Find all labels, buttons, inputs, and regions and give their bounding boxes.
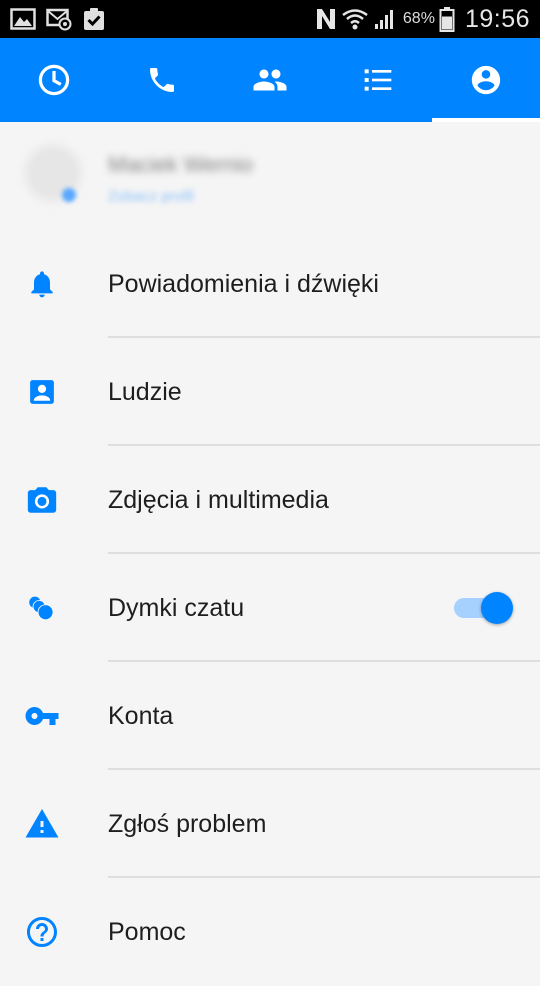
help-icon bbox=[22, 912, 62, 952]
nfc-icon bbox=[315, 7, 337, 31]
key-icon bbox=[22, 696, 62, 736]
menu-item-label: Pomoc bbox=[108, 918, 186, 946]
menu-item-label: Powiadomienia i dźwięki bbox=[108, 270, 379, 298]
tab-profile[interactable] bbox=[432, 38, 540, 122]
bell-icon bbox=[22, 264, 62, 304]
menu-item-label: Zdjęcia i multimedia bbox=[108, 486, 329, 514]
tab-recent[interactable] bbox=[0, 38, 108, 122]
menu-item-chat-heads[interactable]: Dymki czatu bbox=[0, 554, 540, 662]
profile-name: Maciek Wernio bbox=[108, 152, 254, 177]
messenger-badge-icon bbox=[62, 188, 76, 202]
camera-icon bbox=[22, 480, 62, 520]
clipboard-check-icon bbox=[82, 7, 106, 31]
profile-subtitle[interactable]: Zobacz profil bbox=[108, 188, 194, 205]
menu-item-accounts[interactable]: Konta bbox=[0, 662, 540, 770]
menu-item-photos-media[interactable]: Zdjęcia i multimedia bbox=[0, 446, 540, 554]
contact-card-icon bbox=[22, 372, 62, 412]
clock-icon bbox=[37, 63, 71, 97]
settings-menu: Powiadomienia i dźwięki Ludzie Zdjęcia i… bbox=[0, 230, 540, 986]
menu-item-help[interactable]: Pomoc bbox=[0, 878, 540, 986]
notification-icons bbox=[10, 6, 106, 32]
menu-item-people[interactable]: Ludzie bbox=[0, 338, 540, 446]
warning-icon bbox=[22, 804, 62, 844]
menu-item-label: Ludzie bbox=[108, 378, 182, 406]
profile-header[interactable]: Maciek Wernio Zobacz profil bbox=[0, 122, 540, 230]
account-circle-icon bbox=[469, 63, 503, 97]
tab-bar bbox=[0, 38, 540, 122]
battery-percent: 68% bbox=[402, 10, 435, 27]
battery-icon bbox=[439, 6, 455, 32]
chat-heads-toggle[interactable] bbox=[454, 590, 514, 626]
gallery-notification-icon bbox=[10, 8, 36, 30]
email-notification-icon bbox=[46, 7, 72, 31]
people-icon bbox=[252, 62, 288, 98]
phone-icon bbox=[146, 64, 178, 96]
chat-heads-icon bbox=[22, 588, 62, 628]
tab-groups[interactable] bbox=[216, 38, 324, 122]
menu-item-label: Zgłoś problem bbox=[108, 810, 267, 838]
tab-calls[interactable] bbox=[108, 38, 216, 122]
menu-item-label: Konta bbox=[108, 702, 174, 730]
menu-item-notifications[interactable]: Powiadomienia i dźwięki bbox=[0, 230, 540, 338]
toggle-thumb bbox=[481, 592, 513, 624]
clock: 19:56 bbox=[464, 4, 530, 33]
menu-item-label: Dymki czatu bbox=[108, 594, 245, 622]
tab-list[interactable] bbox=[324, 38, 432, 122]
list-icon bbox=[362, 64, 394, 96]
status-bar: 68% 19:56 bbox=[0, 0, 540, 38]
system-icons: 68% 19:56 bbox=[315, 3, 530, 35]
menu-item-report-problem[interactable]: Zgłoś problem bbox=[0, 770, 540, 878]
wifi-icon bbox=[341, 7, 369, 31]
signal-icon bbox=[373, 7, 397, 31]
